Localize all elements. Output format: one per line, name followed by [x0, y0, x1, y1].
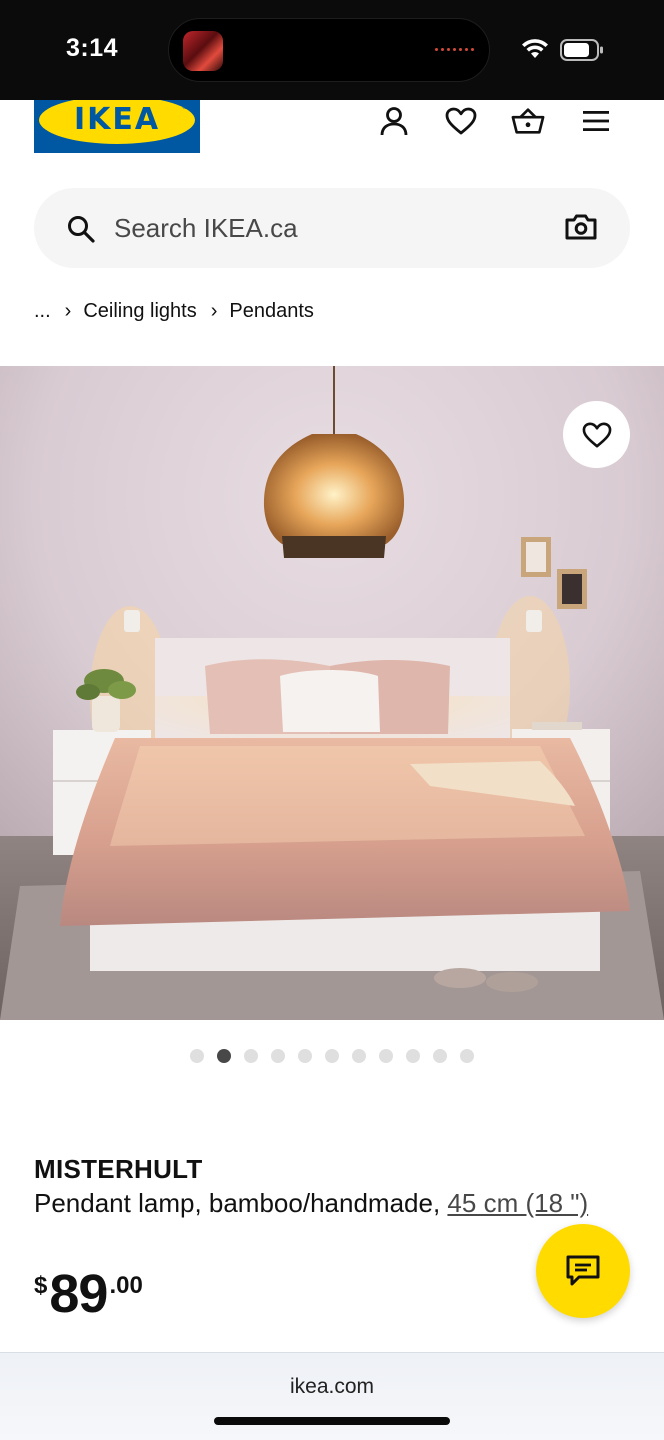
product-price: $ 89 .00 — [34, 1262, 143, 1326]
carousel-dot[interactable] — [406, 1049, 420, 1063]
breadcrumb-ceiling-lights[interactable]: Ceiling lights — [83, 300, 196, 323]
carousel-dot[interactable] — [433, 1049, 447, 1063]
carousel-indicator[interactable] — [190, 1049, 474, 1063]
price-decimal: .00 — [109, 1272, 143, 1299]
url-text[interactable]: ikea.com — [0, 1375, 664, 1399]
camera-icon[interactable] — [564, 212, 598, 242]
account-icon — [380, 107, 408, 136]
ikea-logo[interactable]: IKEA ® — [34, 100, 200, 153]
favourite-button[interactable] — [563, 401, 630, 468]
product-description: Pendant lamp, bamboo/handmade, 45 cm (18… — [34, 1186, 624, 1220]
wifi-icon — [522, 39, 548, 58]
carousel-dot[interactable] — [244, 1049, 258, 1063]
basket-button[interactable] — [511, 104, 545, 138]
chat-icon — [566, 1255, 600, 1286]
menu-button[interactable] — [579, 104, 613, 138]
browser-url-bar[interactable]: ikea.com — [0, 1352, 664, 1440]
audio-activity-icon — [435, 48, 474, 51]
status-bar: 3:14 — [0, 0, 664, 100]
carousel-dot[interactable] — [352, 1049, 366, 1063]
product-photo-bedroom-scene — [0, 366, 664, 1020]
breadcrumb-ellipsis[interactable]: ... — [34, 300, 51, 323]
site-header: IKEA ® — [0, 100, 664, 170]
search-icon[interactable] — [66, 214, 96, 244]
product-name: MISTERHULT — [34, 1154, 203, 1184]
heart-icon — [445, 107, 477, 135]
carousel-dot[interactable] — [271, 1049, 285, 1063]
product-image[interactable] — [0, 366, 664, 1020]
search-bar[interactable] — [34, 188, 630, 268]
battery-icon — [560, 39, 603, 61]
product-size-link[interactable]: 45 cm (18 ") — [447, 1188, 588, 1218]
chevron-right-icon: › — [210, 299, 218, 322]
carousel-dot[interactable] — [217, 1049, 231, 1063]
status-time: 3:14 — [66, 34, 119, 62]
basket-icon — [511, 108, 545, 134]
breadcrumb-pendants[interactable]: Pendants — [229, 300, 314, 323]
now-playing-app-icon — [183, 31, 223, 71]
price-integer: 89 — [49, 1264, 108, 1324]
dynamic-island — [168, 18, 490, 82]
search-input[interactable] — [114, 188, 534, 268]
favourites-button[interactable] — [444, 104, 478, 138]
chevron-right-icon: › — [64, 299, 72, 322]
carousel-dot[interactable] — [298, 1049, 312, 1063]
breadcrumb: ... › Ceiling lights › Pendants — [34, 296, 314, 326]
home-indicator[interactable] — [214, 1417, 450, 1425]
account-button[interactable] — [377, 104, 411, 138]
carousel-dot[interactable] — [190, 1049, 204, 1063]
logo-registered-mark: ® — [182, 102, 188, 111]
carousel-dot[interactable] — [379, 1049, 393, 1063]
product-description-text: Pendant lamp, bamboo/handmade, — [34, 1188, 441, 1218]
carousel-dot[interactable] — [460, 1049, 474, 1063]
menu-icon — [583, 111, 609, 131]
carousel-dot[interactable] — [325, 1049, 339, 1063]
price-currency: $ — [34, 1272, 48, 1299]
chat-button[interactable] — [536, 1224, 630, 1318]
logo-text: IKEA — [73, 102, 161, 137]
heart-icon — [582, 421, 611, 448]
